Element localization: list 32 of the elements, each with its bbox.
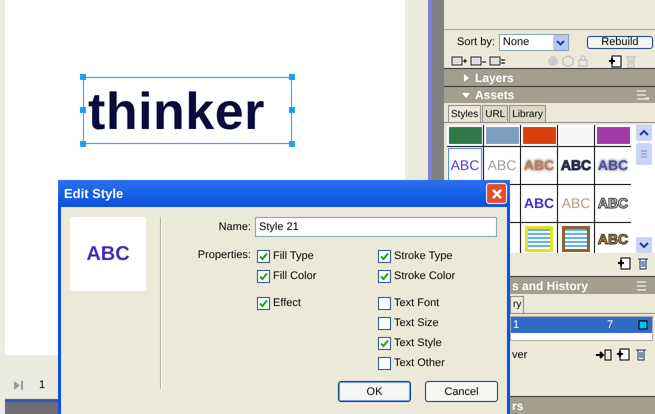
checkbox[interactable]: Fill Type <box>257 246 378 266</box>
checkbox[interactable]: Effect <box>257 293 378 313</box>
checkbox[interactable]: Text Size <box>378 313 499 333</box>
panel-tab[interactable]: URL <box>482 105 508 122</box>
frame-row[interactable]: 1 7 <box>511 316 652 333</box>
properties-label: Properties: <box>196 249 251 263</box>
checkbox[interactable]: Text Other <box>378 353 499 373</box>
dialog-title: Edit Style <box>64 186 124 201</box>
panel-tab[interactable]: ry <box>510 296 524 313</box>
style-swatch[interactable]: ABC <box>521 184 557 222</box>
rebuild-button[interactable]: Rebuild <box>586 36 653 49</box>
checkbox[interactable]: Text Font <box>378 293 499 313</box>
page-number: 1 <box>39 379 46 391</box>
ok-button[interactable]: OK <box>338 381 411 402</box>
cancel-button[interactable]: Cancel <box>425 381 498 402</box>
preview-text: ABC <box>86 242 130 266</box>
style-swatch[interactable]: ABC <box>595 184 631 222</box>
checkbox[interactable]: Fill Color <box>257 266 378 286</box>
option-label: ver <box>512 348 528 361</box>
sort-dropdown[interactable]: None <box>498 34 569 51</box>
sort-label: Sort by: <box>457 36 495 48</box>
text-object[interactable]: thinker <box>83 77 292 144</box>
style-swatch[interactable]: ABC <box>595 222 631 253</box>
canvas-text: thinker <box>87 82 266 142</box>
panel-tab[interactable]: Styles <box>448 105 482 122</box>
name-label: Name: <box>218 221 251 233</box>
checkbox[interactable]: Stroke Type <box>378 246 499 266</box>
style-swatch[interactable]: ABC <box>595 146 631 184</box>
panel-tab[interactable]: Library <box>509 105 546 122</box>
checkbox[interactable]: Text Style <box>378 333 499 353</box>
style-swatch[interactable]: ABC <box>558 146 594 184</box>
name-field[interactable]: Style 21 <box>255 217 497 237</box>
